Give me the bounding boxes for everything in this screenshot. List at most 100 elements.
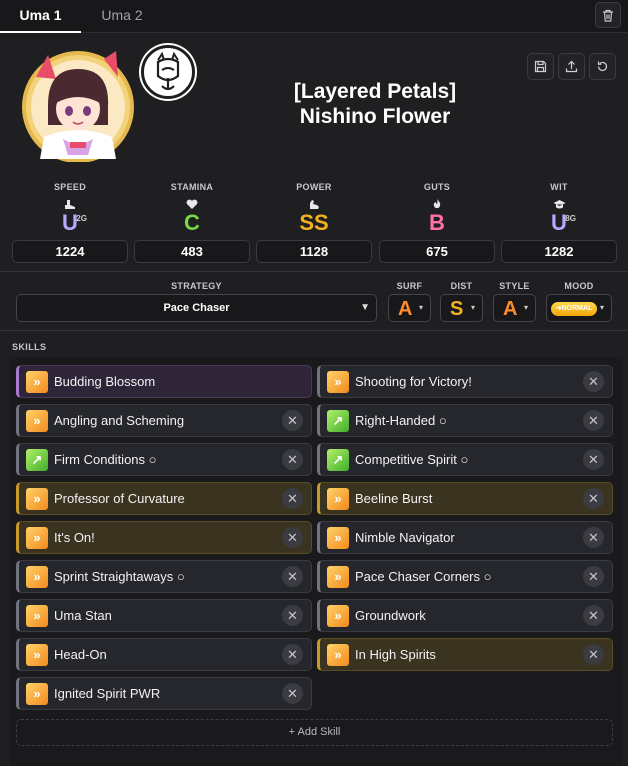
chevron-down-icon: ▾ xyxy=(523,303,528,312)
add-skill-button[interactable]: + Add Skill xyxy=(16,719,613,746)
remove-skill-button[interactable]: ✕ xyxy=(282,488,303,509)
character-emblem-icon xyxy=(141,45,195,99)
upload-icon xyxy=(565,60,578,73)
delete-button[interactable] xyxy=(595,2,621,28)
stat-label: SPEED xyxy=(53,182,86,192)
skill-card[interactable]: » Ignited Spirit PWR ✕ xyxy=(16,677,312,710)
tab-uma-2[interactable]: Uma 2 xyxy=(82,0,162,33)
skill-orange-icon: » xyxy=(327,644,349,666)
style-aptitude-select[interactable]: A ▾ xyxy=(493,294,536,322)
remove-skill-button[interactable]: ✕ xyxy=(282,683,303,704)
remove-skill-button[interactable]: ✕ xyxy=(583,527,604,548)
stat-grade: B xyxy=(429,210,445,235)
surface-label: SURF xyxy=(396,281,423,291)
stat-guts: GUTS B xyxy=(379,182,495,235)
strategy-label: STRATEGY xyxy=(171,281,222,291)
skill-orange-icon: » xyxy=(26,605,48,627)
chevron-down-icon: ▾ xyxy=(418,303,423,312)
skill-card[interactable]: » Sprint Straightaways ○ ✕ xyxy=(16,560,312,593)
skill-name: Groundwork xyxy=(355,608,426,623)
character-name: Nishino Flower xyxy=(299,105,451,128)
surface-aptitude-select[interactable]: A ▾ xyxy=(388,294,431,322)
character-portrait[interactable] xyxy=(18,47,138,163)
skill-card[interactable]: » In High Spirits ✕ xyxy=(317,638,613,671)
skill-card[interactable]: » Budding Blossom xyxy=(16,365,312,398)
character-epithet: [Layered Petals] xyxy=(293,80,457,103)
skill-card[interactable]: » Shooting for Victory! ✕ xyxy=(317,365,613,398)
stat-grade: SS xyxy=(299,210,329,235)
skill-name: Uma Stan xyxy=(54,608,112,623)
remove-skill-button[interactable]: ✕ xyxy=(583,371,604,392)
remove-skill-button[interactable]: ✕ xyxy=(583,566,604,587)
muscle-icon xyxy=(310,199,319,209)
save-button[interactable] xyxy=(527,53,554,80)
stat-power: POWER SS xyxy=(256,182,372,235)
wit-value-input[interactable]: 1282 xyxy=(501,240,617,263)
stat-label: POWER xyxy=(296,182,332,192)
grad-cap-icon xyxy=(553,199,565,208)
skill-card[interactable]: ↗ Firm Conditions ○ ✕ xyxy=(16,443,312,476)
skill-name: Pace Chaser Corners ○ xyxy=(355,569,492,584)
remove-skill-button[interactable]: ✕ xyxy=(583,410,604,431)
tab-uma-1[interactable]: Uma 1 xyxy=(0,0,81,33)
stat-wit: WIT U 8G xyxy=(501,182,617,235)
remove-skill-button[interactable]: ✕ xyxy=(583,644,604,665)
skill-card[interactable]: » Uma Stan ✕ xyxy=(16,599,312,632)
skill-card[interactable]: » Pace Chaser Corners ○ ✕ xyxy=(317,560,613,593)
skill-card[interactable]: » Beeline Burst ✕ xyxy=(317,482,613,515)
aptitude-grade: S xyxy=(450,298,464,320)
remove-skill-button[interactable]: ✕ xyxy=(282,605,303,626)
style-label: STYLE xyxy=(499,281,530,291)
stat-label: WIT xyxy=(550,182,568,192)
stamina-value-input[interactable]: 483 xyxy=(134,240,250,263)
skill-card[interactable]: » Professor of Curvature ✕ xyxy=(16,482,312,515)
export-button[interactable] xyxy=(558,53,585,80)
skill-green-icon: ↗ xyxy=(26,449,48,471)
strategy-value: Pace Chaser xyxy=(163,302,230,314)
skills-label: SKILLS xyxy=(12,342,47,352)
skill-name: Budding Blossom xyxy=(54,374,156,389)
stat-stamina: STAMINA C xyxy=(134,182,250,235)
skill-name: It's On! xyxy=(54,530,95,545)
skill-orange-icon: » xyxy=(26,566,48,588)
skill-orange-icon: » xyxy=(327,488,349,510)
power-value-input[interactable]: 1128 xyxy=(256,240,372,263)
skill-orange-icon: » xyxy=(26,644,48,666)
strategy-select[interactable]: Pace Chaser ▼ xyxy=(16,294,377,322)
skill-card[interactable]: » It's On! ✕ xyxy=(16,521,312,554)
guts-value-input[interactable]: 675 xyxy=(379,240,495,263)
heart-icon xyxy=(186,199,198,209)
remove-skill-button[interactable]: ✕ xyxy=(282,449,303,470)
skill-card[interactable]: » Angling and Scheming ✕ xyxy=(16,404,312,437)
skill-name: Right-Handed ○ xyxy=(355,413,447,428)
skill-name: Professor of Curvature xyxy=(54,491,185,506)
skill-card[interactable]: » Head-On ✕ xyxy=(16,638,312,671)
skill-name: Ignited Spirit PWR xyxy=(54,686,161,701)
remove-skill-button[interactable]: ✕ xyxy=(583,449,604,470)
distance-aptitude-select[interactable]: S ▾ xyxy=(440,294,483,322)
skill-name: Sprint Straightaways ○ xyxy=(54,569,185,584)
skill-orange-icon: » xyxy=(26,488,48,510)
save-icon xyxy=(534,60,547,73)
speed-value-input[interactable]: 1224 xyxy=(12,240,128,263)
skill-card[interactable]: ↗ Competitive Spirit ○ ✕ xyxy=(317,443,613,476)
divider xyxy=(0,330,628,331)
remove-skill-button[interactable]: ✕ xyxy=(583,605,604,626)
remove-skill-button[interactable]: ✕ xyxy=(282,566,303,587)
skill-card[interactable]: ↗ Right-Handed ○ ✕ xyxy=(317,404,613,437)
skill-card[interactable]: » Groundwork ✕ xyxy=(317,599,613,632)
skill-orange-icon: » xyxy=(327,527,349,549)
chevron-down-icon: ▾ xyxy=(470,303,475,312)
remove-skill-button[interactable]: ✕ xyxy=(583,488,604,509)
mood-select[interactable]: ➜NORMAL ▾ xyxy=(546,294,612,322)
skill-card[interactable]: » Nimble Navigator ✕ xyxy=(317,521,613,554)
reset-button[interactable] xyxy=(589,53,616,80)
remove-skill-button[interactable]: ✕ xyxy=(282,527,303,548)
divider xyxy=(0,271,628,272)
skill-name: Shooting for Victory! xyxy=(355,374,472,389)
skill-name: Beeline Burst xyxy=(355,491,433,506)
skill-orange-icon: » xyxy=(26,371,48,393)
remove-skill-button[interactable]: ✕ xyxy=(282,644,303,665)
trash-icon xyxy=(603,9,613,22)
remove-skill-button[interactable]: ✕ xyxy=(282,410,303,431)
